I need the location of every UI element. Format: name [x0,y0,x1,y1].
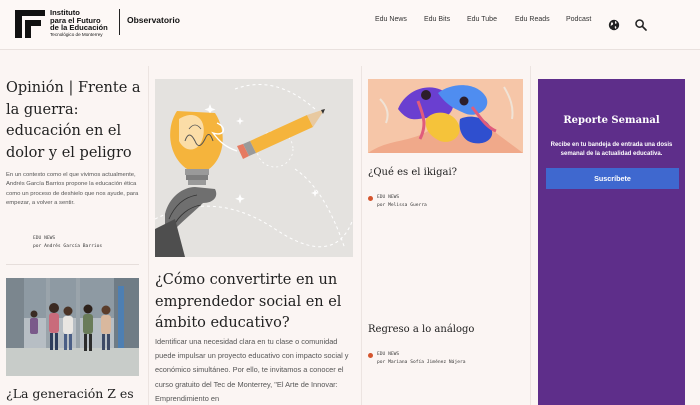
article-title-analogo[interactable]: Regreso a lo análogo [368,323,474,337]
article-meta: EDU NEWS por Andrés García Barrios [33,235,102,250]
nav-edu-bits[interactable]: Edu Bits [424,16,450,23]
logo-divider [119,9,120,35]
site-header: Instituto para el Futuro de la Educación… [0,0,700,50]
students-walking-image [6,278,139,376]
newsletter-panel: Reporte Semanal Recibe en tu bandeja de … [538,79,685,405]
article-title-emprendedor[interactable]: ¿Cómo convertirte en un emprendedor soci… [155,270,353,335]
article-byline[interactable]: por Mariana Sofía Jiménez Nájera [377,359,466,367]
category-dot-icon [368,196,373,201]
ikigai-illustration [368,79,523,153]
logo-line: de la Educación [50,23,108,33]
search-icon[interactable] [634,18,648,32]
article-excerpt: En un contexto como el que vivimos actua… [6,172,139,207]
divider [6,264,139,265]
column-divider [148,66,149,405]
column-divider [361,66,362,405]
article-title-ikigai[interactable]: ¿Qué es el ikigai? [368,166,457,180]
globe-icon[interactable] [607,18,621,32]
article-excerpt: Identificar una necesidad clara en tu cl… [155,337,349,403]
article-title-opinion[interactable]: Opinión | Frente a la guerra: educación … [6,78,146,164]
article-image-lightbulb[interactable] [155,79,353,257]
nav-edu-news[interactable]: Edu News [375,16,407,23]
logo-subtitle: Tecnológico de Monterrey [50,31,103,37]
article-byline[interactable]: por Andrés García Barrios [33,243,102,251]
subscribe-button[interactable]: Suscríbete [546,168,679,189]
article-title-generacion-z[interactable]: ¿La generación Z es más sana? [6,385,140,405]
article-category[interactable]: EDU NEWS [377,351,466,359]
article-photo-students[interactable] [6,278,139,376]
article-image-ikigai[interactable] [368,79,523,153]
logo-wordmark[interactable]: Instituto para el Futuro de la Educación… [50,9,108,38]
nav-edu-tube[interactable]: Edu Tube [467,16,497,23]
article-meta: EDU NEWS por Melissa Guerra [368,194,427,210]
newsletter-title: Reporte Semanal [563,115,660,126]
article-category[interactable]: EDU NEWS [33,235,102,243]
article-category[interactable]: EDU NEWS [377,194,427,202]
column-divider [530,66,531,405]
newsletter-description: Recibe en tu bandeja de entrada una dosi… [550,142,673,158]
section-title[interactable]: Observatorio [127,15,180,25]
article-byline[interactable]: por Melissa Guerra [377,202,427,210]
category-dot-icon [368,353,373,358]
article-meta: EDU NEWS por Mariana Sofía Jiménez Nájer… [368,351,466,367]
nav-podcast[interactable]: Podcast [566,16,591,23]
institute-logo-icon[interactable] [15,10,45,38]
nav-edu-reads[interactable]: Edu Reads [515,16,550,23]
lightbulb-pencil-illustration [155,79,353,257]
